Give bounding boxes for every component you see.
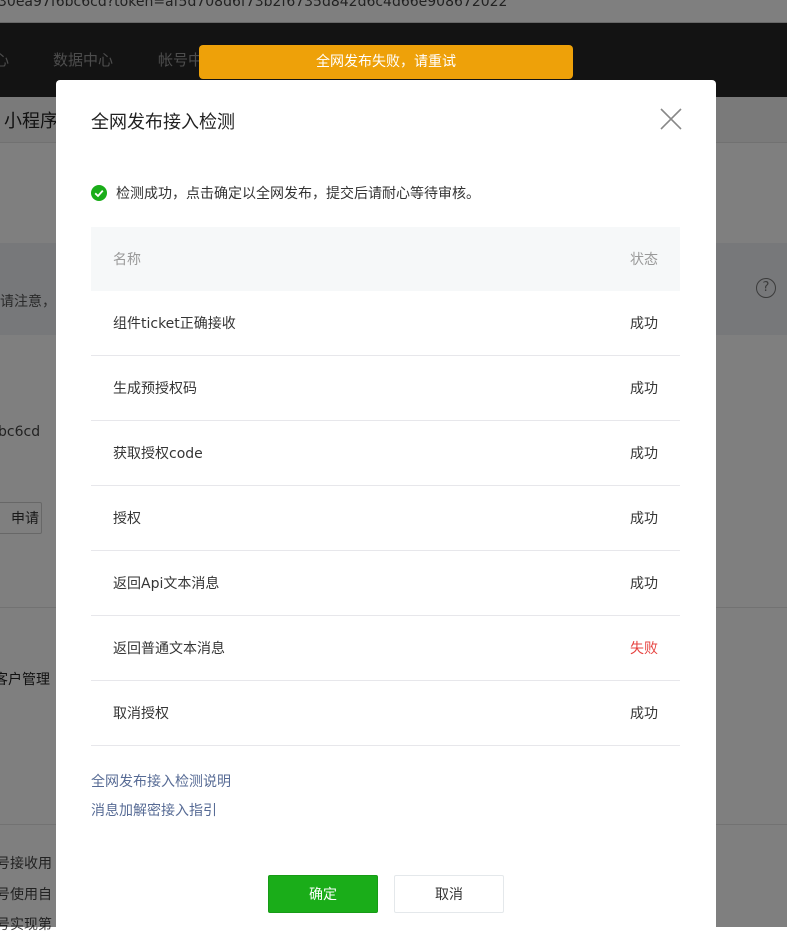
table-row: 取消授权 成功 <box>91 681 680 746</box>
success-message: 检测成功，点击确定以全网发布，提交后请耐心等待审核。 <box>116 186 480 202</box>
row-name: 返回Api文本消息 <box>113 576 220 592</box>
row-name: 生成预授权码 <box>113 381 197 397</box>
table-row: 获取授权code 成功 <box>91 421 680 486</box>
header-status: 状态 <box>630 252 658 268</box>
row-name: 组件ticket正确接收 <box>113 316 236 332</box>
row-name: 取消授权 <box>113 706 169 722</box>
encryption-guide-link[interactable]: 消息加解密接入指引 <box>91 800 217 820</box>
table-row: 组件ticket正确接收 成功 <box>91 291 680 356</box>
table-header: 名称 状态 <box>91 227 680 291</box>
row-status: 成功 <box>630 381 658 397</box>
row-status: 成功 <box>630 316 658 332</box>
success-message-row: 检测成功，点击确定以全网发布，提交后请耐心等待审核。 <box>91 183 480 203</box>
publish-check-dialog: 全网发布接入检测 检测成功，点击确定以全网发布，提交后请耐心等待审核。 名称 状… <box>56 80 716 940</box>
detection-doc-link[interactable]: 全网发布接入检测说明 <box>91 771 231 791</box>
row-status: 成功 <box>630 446 658 462</box>
table-row: 返回普通文本消息 失败 <box>91 616 680 681</box>
row-name: 获取授权code <box>113 446 203 462</box>
table-row: 返回Api文本消息 成功 <box>91 551 680 616</box>
check-circle-icon <box>91 185 107 201</box>
check-results-table: 名称 状态 组件ticket正确接收 成功 生成预授权码 成功 获取授权code 成功 授权… <box>91 227 680 746</box>
row-status: 成功 <box>630 706 658 722</box>
dialog-title: 全网发布接入检测 <box>91 112 235 133</box>
confirm-button[interactable]: 确定 <box>268 875 378 913</box>
table-row: 授权 成功 <box>91 486 680 551</box>
error-toast: 全网发布失败，请重试 <box>199 45 573 79</box>
row-status: 成功 <box>630 511 658 527</box>
row-status: 成功 <box>630 576 658 592</box>
row-status-failed: 失败 <box>630 641 658 657</box>
table-row: 生成预授权码 成功 <box>91 356 680 421</box>
row-name: 授权 <box>113 511 141 527</box>
close-icon[interactable] <box>658 106 684 132</box>
row-name: 返回普通文本消息 <box>113 641 225 657</box>
header-name: 名称 <box>113 252 141 268</box>
cancel-button[interactable]: 取消 <box>394 875 504 913</box>
